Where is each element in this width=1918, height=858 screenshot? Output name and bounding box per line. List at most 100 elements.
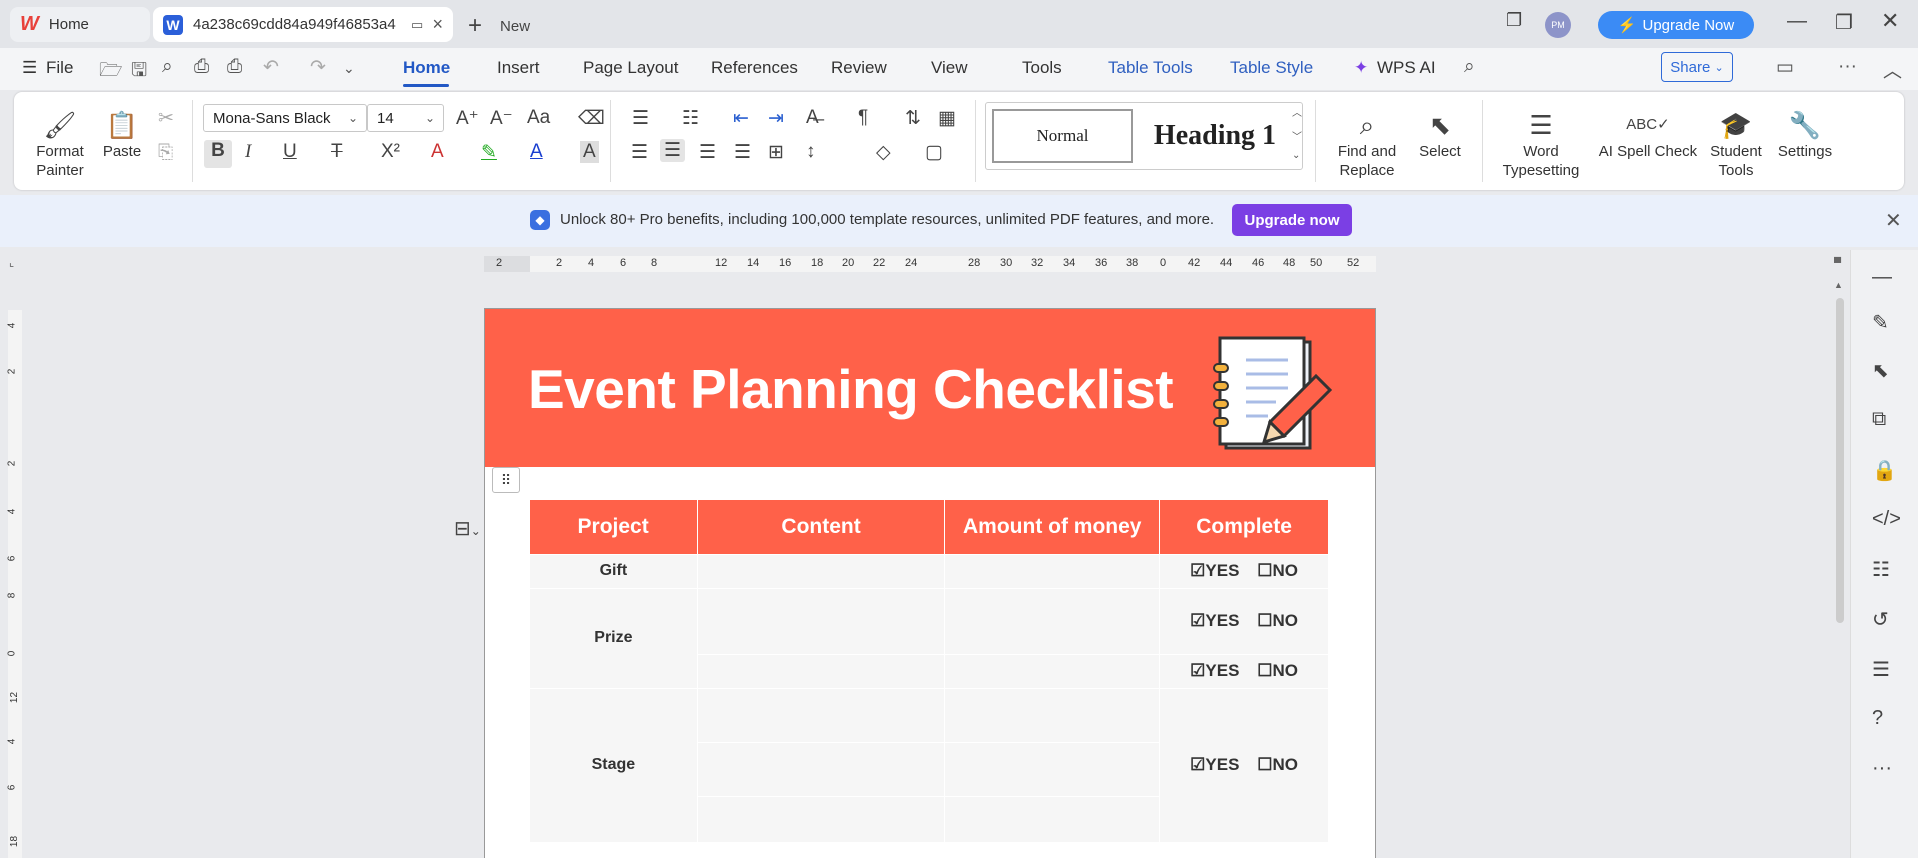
settings-button[interactable]: 🔧 Settings	[1768, 108, 1842, 161]
window-layout-icon[interactable]: ❐	[1506, 10, 1522, 31]
content-cell[interactable]	[696, 741, 946, 797]
header-content[interactable]: Content	[697, 500, 946, 554]
style-normal[interactable]: Normal	[992, 109, 1133, 163]
table-borders-icon[interactable]: ▦	[938, 107, 956, 130]
print-icon[interactable]: ⎙	[194, 56, 209, 78]
header-complete[interactable]: Complete	[1159, 500, 1329, 554]
underline-icon[interactable]: U	[283, 141, 297, 163]
checklist-table[interactable]: Project Content Amount of money Complete…	[529, 500, 1329, 843]
amount-cell[interactable]	[944, 587, 1161, 655]
student-tools-button[interactable]: 🎓 Student Tools	[1706, 108, 1766, 180]
content-cell[interactable]	[696, 653, 946, 689]
ai-spell-check-button[interactable]: ABC✓ AI Spell Check	[1598, 108, 1698, 161]
menu-file[interactable]: File	[46, 58, 73, 78]
complete-cell[interactable]: ☑YES ☐NO	[1159, 553, 1329, 589]
content-cell[interactable]	[696, 553, 946, 589]
header-amount[interactable]: Amount of money	[944, 500, 1161, 554]
tab-home[interactable]: W Home	[10, 7, 150, 42]
character-shading-icon[interactable]: A	[580, 141, 599, 163]
save-icon[interactable]: 🖫	[131, 56, 147, 88]
monitor-icon[interactable]: ▭	[411, 17, 423, 33]
avatar[interactable]: PM	[1545, 12, 1571, 38]
text-effect-icon[interactable]: A	[431, 141, 444, 163]
numbered-list-icon[interactable]: ☷	[682, 107, 699, 130]
menu-tools[interactable]: Tools	[1022, 58, 1062, 78]
paragraph-mark-icon[interactable]: ¶	[858, 107, 868, 129]
amount-cell[interactable]	[944, 795, 1161, 843]
styles-down-icon[interactable]: ﹀	[1292, 128, 1302, 143]
table-move-handle[interactable]: ⠿	[492, 467, 520, 493]
split-view-icon[interactable]: ▀	[1834, 258, 1841, 269]
hamburger-icon[interactable]: ☰	[22, 58, 37, 78]
no-checkbox[interactable]: ☐NO	[1257, 561, 1298, 580]
pen-icon[interactable]: ✎	[1872, 310, 1889, 335]
italic-icon[interactable]: I	[245, 141, 251, 163]
lock-icon[interactable]: 🔒	[1872, 458, 1897, 483]
comment-icon[interactable]: ▭	[1776, 56, 1794, 79]
restore-icon[interactable]: ❐	[1835, 10, 1853, 35]
bold-icon[interactable]: B	[204, 140, 232, 168]
sort-icon[interactable]: ⇅	[905, 107, 921, 130]
more-tools-icon[interactable]: ···	[1872, 757, 1892, 780]
tab-stop-icon[interactable]: ⌞	[9, 256, 14, 269]
vertical-scrollbar[interactable]	[1836, 298, 1844, 623]
highlight-icon[interactable]: ✎	[481, 141, 497, 164]
new-tab-button[interactable]: + New	[468, 12, 530, 40]
open-folder-icon[interactable]: 🗁	[99, 56, 123, 88]
upgrade-now-button[interactable]: ⚡ Upgrade Now	[1598, 11, 1754, 39]
content-cell[interactable]	[696, 795, 946, 843]
font-size-select[interactable]: 14 ⌄	[367, 104, 444, 132]
yes-checkbox[interactable]: ☑YES	[1190, 755, 1239, 774]
complete-cell[interactable]: ☑YES ☐NO	[1159, 653, 1329, 689]
increase-indent-icon[interactable]: ⇥	[768, 107, 784, 130]
cut-icon[interactable]: ✂	[158, 107, 174, 130]
history-icon[interactable]: ↺	[1872, 607, 1889, 632]
sliders-icon[interactable]: ☷	[1872, 557, 1890, 582]
distribute-icon[interactable]: ⊞	[768, 141, 784, 164]
text-direction-icon[interactable]: A̶	[806, 107, 819, 129]
copy-icon[interactable]: ⎘	[158, 142, 173, 164]
clear-copy-icon[interactable]: ⧉	[1872, 408, 1886, 431]
redo-icon[interactable]: ↷	[310, 56, 326, 79]
amount-cell[interactable]	[944, 687, 1161, 743]
shading-icon[interactable]: ◇	[876, 141, 891, 164]
menu-table-style[interactable]: Table Style	[1230, 58, 1313, 78]
menu-insert[interactable]: Insert	[497, 58, 540, 78]
yes-checkbox[interactable]: ☑YES	[1190, 611, 1239, 630]
amount-cell[interactable]	[944, 741, 1161, 797]
close-tab-icon[interactable]: ×	[432, 14, 443, 35]
font-name-select[interactable]: Mona-Sans Black ⌄	[203, 104, 367, 132]
align-center-icon[interactable]: ☰	[660, 139, 686, 162]
project-cell[interactable]: Gift	[529, 553, 698, 589]
quick-access-dropdown-icon[interactable]: ⌄	[343, 60, 355, 77]
menu-home[interactable]: Home	[403, 58, 450, 78]
decrease-indent-icon[interactable]: ⇤	[733, 107, 749, 130]
yes-checkbox[interactable]: ☑YES	[1190, 561, 1239, 580]
shrink-font-icon[interactable]: A⁻	[490, 107, 513, 130]
vertical-ruler[interactable]	[8, 310, 22, 858]
complete-cell[interactable]: ☑YES ☐NO	[1159, 687, 1329, 843]
close-banner-icon[interactable]: ✕	[1885, 208, 1902, 233]
upgrade-now-banner-button[interactable]: Upgrade now	[1232, 204, 1352, 236]
code-icon[interactable]: </>	[1872, 508, 1901, 531]
paste-button[interactable]: 📋 Paste	[96, 108, 148, 161]
menu-review[interactable]: Review	[831, 58, 887, 78]
project-cell[interactable]: Stage	[529, 687, 698, 843]
menu-view[interactable]: View	[931, 58, 968, 78]
bullet-list-icon[interactable]: ☰	[632, 107, 649, 130]
strikethrough-icon[interactable]: T	[331, 141, 343, 163]
amount-cell[interactable]	[944, 553, 1161, 589]
outline-icon[interactable]: ☰	[1872, 657, 1890, 682]
borders-icon[interactable]: ▢	[925, 141, 943, 164]
more-icon[interactable]: ···	[1838, 56, 1857, 78]
yes-checkbox[interactable]: ☑YES	[1190, 661, 1239, 680]
content-cell[interactable]	[696, 587, 946, 655]
header-project[interactable]: Project	[529, 500, 698, 554]
menu-table-tools[interactable]: Table Tools	[1108, 58, 1193, 78]
align-right-icon[interactable]: ☰	[699, 141, 716, 164]
close-window-icon[interactable]: ✕	[1881, 8, 1899, 34]
styles-up-icon[interactable]: ︿	[1292, 104, 1302, 119]
print-preview-icon[interactable]: ⎙	[227, 56, 242, 78]
styles-more-icon[interactable]: ⌄	[1292, 150, 1300, 161]
table-options-icon[interactable]: ⊟⌄	[454, 516, 481, 541]
